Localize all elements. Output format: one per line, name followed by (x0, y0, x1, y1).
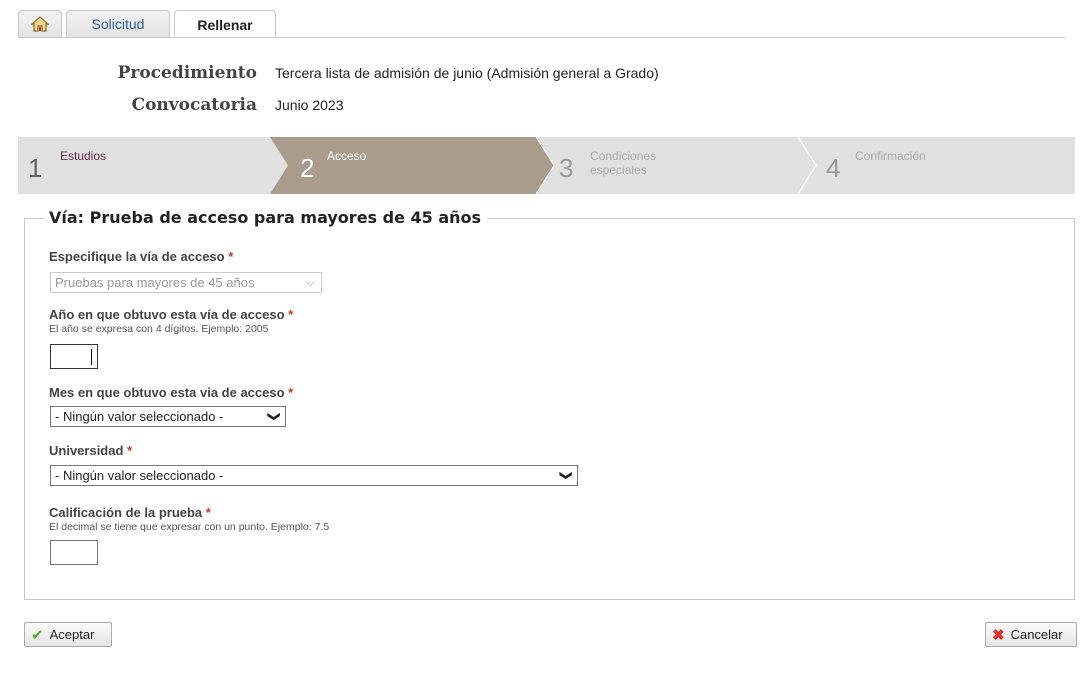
wizard-background (270, 137, 817, 194)
tab-rellenar[interactable]: Rellenar (174, 10, 276, 38)
tab-solicitud[interactable]: Solicitud (66, 10, 170, 37)
anio-label: Año en que obtuvo esta vía de acceso * (49, 307, 294, 322)
anio-input[interactable] (50, 344, 98, 369)
step-label: Condiciones especiales (590, 149, 657, 177)
convocatoria-label: Convocatoria (131, 95, 257, 115)
via-select[interactable]: Pruebas para mayores de 45 años ⌵ (50, 272, 322, 293)
calif-label: Calificación de la prueba * (49, 505, 211, 520)
procedimiento-row: Procedimiento Tercera lista de admisión … (0, 63, 659, 83)
step-label: Acceso (327, 149, 367, 163)
anio-hint: El año se expresa con 4 dígitos. Ejemplo… (49, 323, 269, 335)
accept-button[interactable]: ✔ Aceptar (24, 622, 112, 647)
step-label: Estudios (60, 149, 107, 163)
mes-label: Mes en que obtuvo esta via de acceso * (49, 385, 294, 400)
check-icon: ✔ (31, 626, 44, 644)
step-number: 3 (559, 153, 574, 183)
cancel-button[interactable]: ✖ Cancelar (985, 622, 1077, 647)
chevron-down-icon: ⌵ (305, 275, 315, 289)
tab-divider (18, 37, 1065, 38)
access-fieldset: Vía: Prueba de acceso para mayores de 45… (24, 208, 1075, 600)
step-number: 1 (28, 153, 43, 183)
convocatoria-row: Convocatoria Junio 2023 (0, 95, 344, 115)
fieldset-legend: Vía: Prueba de acceso para mayores de 45… (43, 208, 488, 227)
calif-hint: El decimal se tiene que expresar con un … (49, 521, 330, 533)
home-icon (31, 16, 49, 32)
universidad-select[interactable]: - Ningún valor seleccionado - ❯ (50, 465, 578, 486)
procedimiento-value: Tercera lista de admisión de junio (Admi… (275, 65, 659, 81)
procedimiento-label: Procedimiento (117, 63, 257, 83)
calificacion-input[interactable] (50, 540, 98, 565)
text-cursor (91, 349, 92, 365)
univ-label: Universidad * (49, 443, 133, 458)
wizard-steps: 1 Estudios 2 Acceso 3 Condiciones especi… (18, 137, 1075, 194)
step-number: 4 (826, 153, 841, 183)
tab-bar: Solicitud Rellenar (18, 10, 280, 38)
mes-select[interactable]: - Ningún valor seleccionado - ❯ (50, 406, 286, 427)
step-number: 2 (300, 153, 315, 183)
chevron-down-icon: ❯ (267, 411, 282, 422)
close-icon: ✖ (992, 626, 1005, 644)
step-label: Confirmación (855, 149, 926, 163)
via-label: Especifique la vía de acceso * (49, 249, 234, 264)
chevron-down-icon: ❯ (559, 470, 574, 481)
convocatoria-value: Junio 2023 (275, 97, 344, 113)
tab-home[interactable] (18, 10, 62, 37)
